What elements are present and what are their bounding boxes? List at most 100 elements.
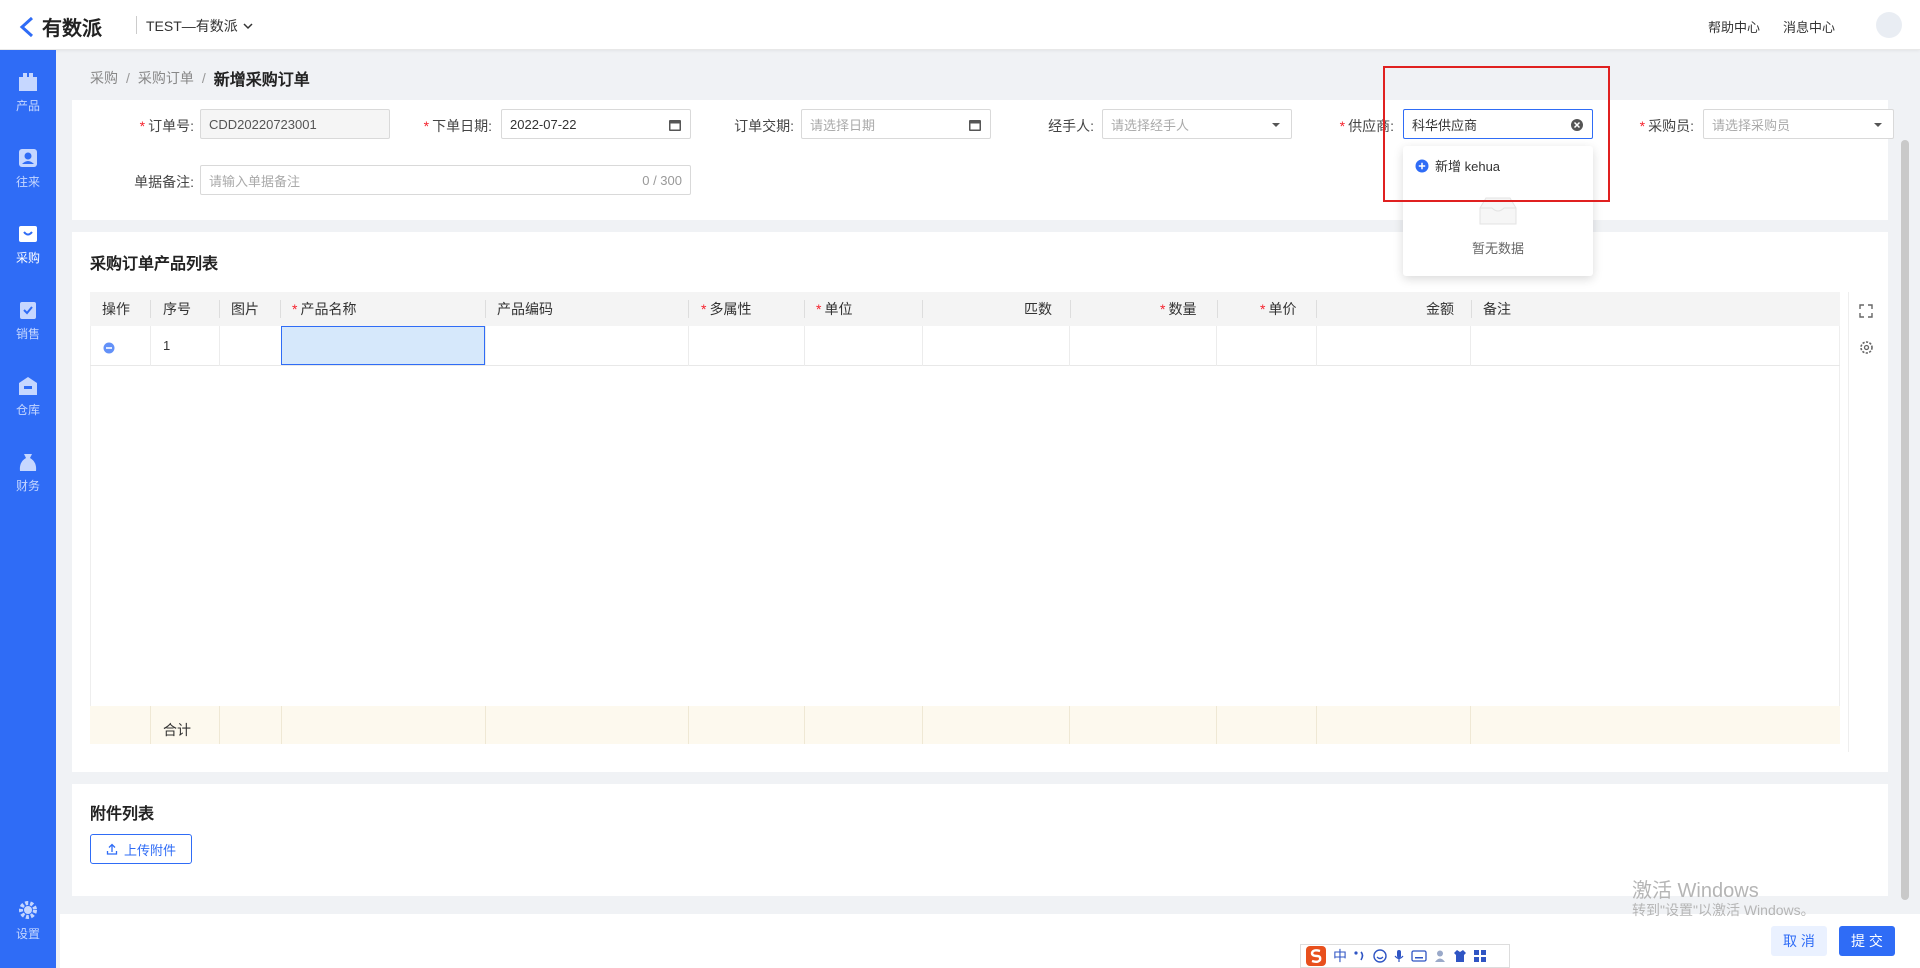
buyer-label: * 采购员:	[1639, 118, 1694, 134]
fullscreen-icon[interactable]	[1859, 304, 1873, 318]
order-no-label: * 订单号:	[139, 118, 194, 134]
keyboard-icon[interactable]	[1411, 950, 1427, 962]
money-bag-icon	[19, 453, 37, 471]
message-center-link[interactable]: 消息中心	[1783, 17, 1835, 36]
remark-counter: 0 / 300	[642, 173, 682, 188]
sidebar-item-contacts[interactable]: 往来	[0, 136, 56, 200]
handler-select[interactable]: 请选择经手人	[1102, 109, 1292, 139]
sidebar-item-warehouse[interactable]: 仓库	[0, 364, 56, 428]
top-divider	[136, 16, 137, 34]
col-header: * 单位	[816, 301, 853, 317]
submit-button[interactable]: 提 交	[1839, 926, 1895, 956]
help-center-link[interactable]: 帮助中心	[1708, 17, 1760, 36]
remark-label: 单据备注:	[134, 174, 194, 190]
upload-attachment-button[interactable]: 上传附件	[90, 834, 192, 864]
col-header: 产品编码	[497, 301, 553, 317]
page-title: 新增采购订单	[213, 72, 310, 89]
org-selector[interactable]: TEST—有数派	[146, 16, 254, 36]
clipboard-check-icon	[20, 301, 36, 319]
empty-text: 暂无数据	[1471, 241, 1524, 256]
col-header: 金额	[1426, 301, 1454, 317]
page-scrollbar[interactable]	[1901, 140, 1909, 900]
attachment-title: 附件列表	[90, 806, 155, 823]
delivery-date-picker[interactable]: 请选择日期	[801, 109, 991, 139]
cancel-button[interactable]: 取 消	[1771, 926, 1827, 956]
punctuation-icon[interactable]	[1353, 949, 1367, 963]
product-list-title: 采购订单产品列表	[90, 256, 219, 273]
sidebar-item-label: 销售	[15, 326, 40, 341]
sogou-logo-icon[interactable]	[1305, 945, 1327, 967]
windows-watermark-subtitle: 转到"设置"以激活 Windows。	[1632, 902, 1815, 918]
remark-input[interactable]: 请输入单据备注 0 / 300	[200, 165, 691, 195]
breadcrumb: 采购 / 采购订单 / 新增采购订单	[90, 66, 310, 90]
breadcrumb-purchase[interactable]: 采购	[90, 68, 118, 88]
breadcrumb-sep: /	[201, 70, 206, 86]
ime-mode[interactable]: 中	[1333, 946, 1347, 966]
sidebar: 产品 往来 采购 销售 仓库 财务 设置	[0, 50, 56, 968]
cart-icon	[19, 225, 37, 242]
col-header: 匹数	[1024, 301, 1052, 317]
ime-toolbar: 中	[1300, 944, 1510, 968]
col-header: 备注	[1483, 301, 1511, 317]
order-date-label: * 下单日期:	[423, 118, 492, 134]
windows-watermark-title: 激活 Windows	[1632, 880, 1759, 902]
table-footer: 合计	[90, 706, 1840, 744]
skin-shirt-icon[interactable]	[1453, 949, 1467, 963]
brand-name: 有数派	[42, 18, 102, 40]
user-tool-icon[interactable]	[1433, 949, 1447, 963]
sidebar-item-label: 仓库	[15, 402, 40, 417]
col-header: * 多属性	[701, 301, 752, 317]
action-bar	[60, 914, 1920, 968]
col-header: 图片	[231, 301, 259, 317]
logo-icon	[19, 16, 34, 37]
highlight-box	[1383, 66, 1610, 202]
col-header: * 数量	[1160, 301, 1197, 317]
toolbox-grid-icon[interactable]	[1473, 949, 1487, 963]
avatar[interactable]	[1876, 12, 1902, 38]
sidebar-item-finance[interactable]: 财务	[0, 440, 56, 504]
breadcrumb-purchase-order[interactable]: 采购订单	[138, 68, 194, 88]
sidebar-item-label: 财务	[15, 478, 40, 493]
sidebar-item-purchase[interactable]: 采购	[0, 212, 56, 276]
sidebar-item-label: 产品	[15, 98, 40, 113]
gear-icon	[19, 900, 37, 919]
col-header: 序号	[163, 301, 191, 317]
box-icon	[19, 72, 37, 91]
sidebar-item-settings[interactable]: 设置	[0, 888, 56, 952]
sidebar-item-sales[interactable]: 销售	[0, 288, 56, 352]
caret-down-icon	[1874, 123, 1882, 127]
contacts-icon	[19, 148, 37, 167]
top-bar: 有数派 TEST—有数派 帮助中心 消息中心	[0, 0, 1920, 50]
product-name-cell[interactable]	[281, 326, 485, 365]
buyer-select[interactable]: 请选择采购员	[1703, 109, 1894, 139]
order-no-field: CDD20220723001	[200, 109, 390, 139]
settings-gear-icon[interactable]	[1859, 340, 1874, 355]
brand-logo[interactable]: 有数派	[18, 12, 102, 41]
sidebar-item-product[interactable]: 产品	[0, 60, 56, 124]
breadcrumb-sep: /	[126, 70, 130, 86]
attachment-panel	[72, 784, 1888, 896]
sidebar-item-label: 设置	[15, 926, 40, 941]
col-header: 操作	[102, 301, 130, 317]
upload-icon	[106, 843, 118, 855]
calendar-icon	[969, 120, 981, 131]
handler-label: 经手人:	[1048, 118, 1094, 134]
col-header: * 产品名称	[292, 301, 357, 317]
total-label: 合计	[163, 722, 191, 738]
table-header: 操作 序号 图片 * 产品名称 产品编码 * 多属性 * 单位 匹数 * 数量 * 单价 …	[90, 292, 1840, 326]
org-name: TEST—有数派	[146, 18, 238, 34]
table-tools	[1848, 292, 1882, 752]
caret-down-icon	[1272, 123, 1280, 127]
col-header: * 单价	[1260, 301, 1297, 317]
sidebar-item-label: 往来	[15, 174, 40, 189]
row-index: 1	[163, 338, 171, 353]
emoji-icon[interactable]	[1373, 949, 1387, 963]
calendar-icon	[669, 120, 681, 131]
chevron-down-icon	[243, 23, 253, 30]
warehouse-icon	[19, 376, 37, 395]
sidebar-item-label: 采购	[15, 250, 40, 265]
remove-row-icon[interactable]	[103, 342, 115, 354]
microphone-icon[interactable]	[1393, 949, 1405, 963]
delivery-date-label: 订单交期:	[734, 118, 794, 134]
order-date-picker[interactable]: 2022-07-22	[501, 109, 691, 139]
